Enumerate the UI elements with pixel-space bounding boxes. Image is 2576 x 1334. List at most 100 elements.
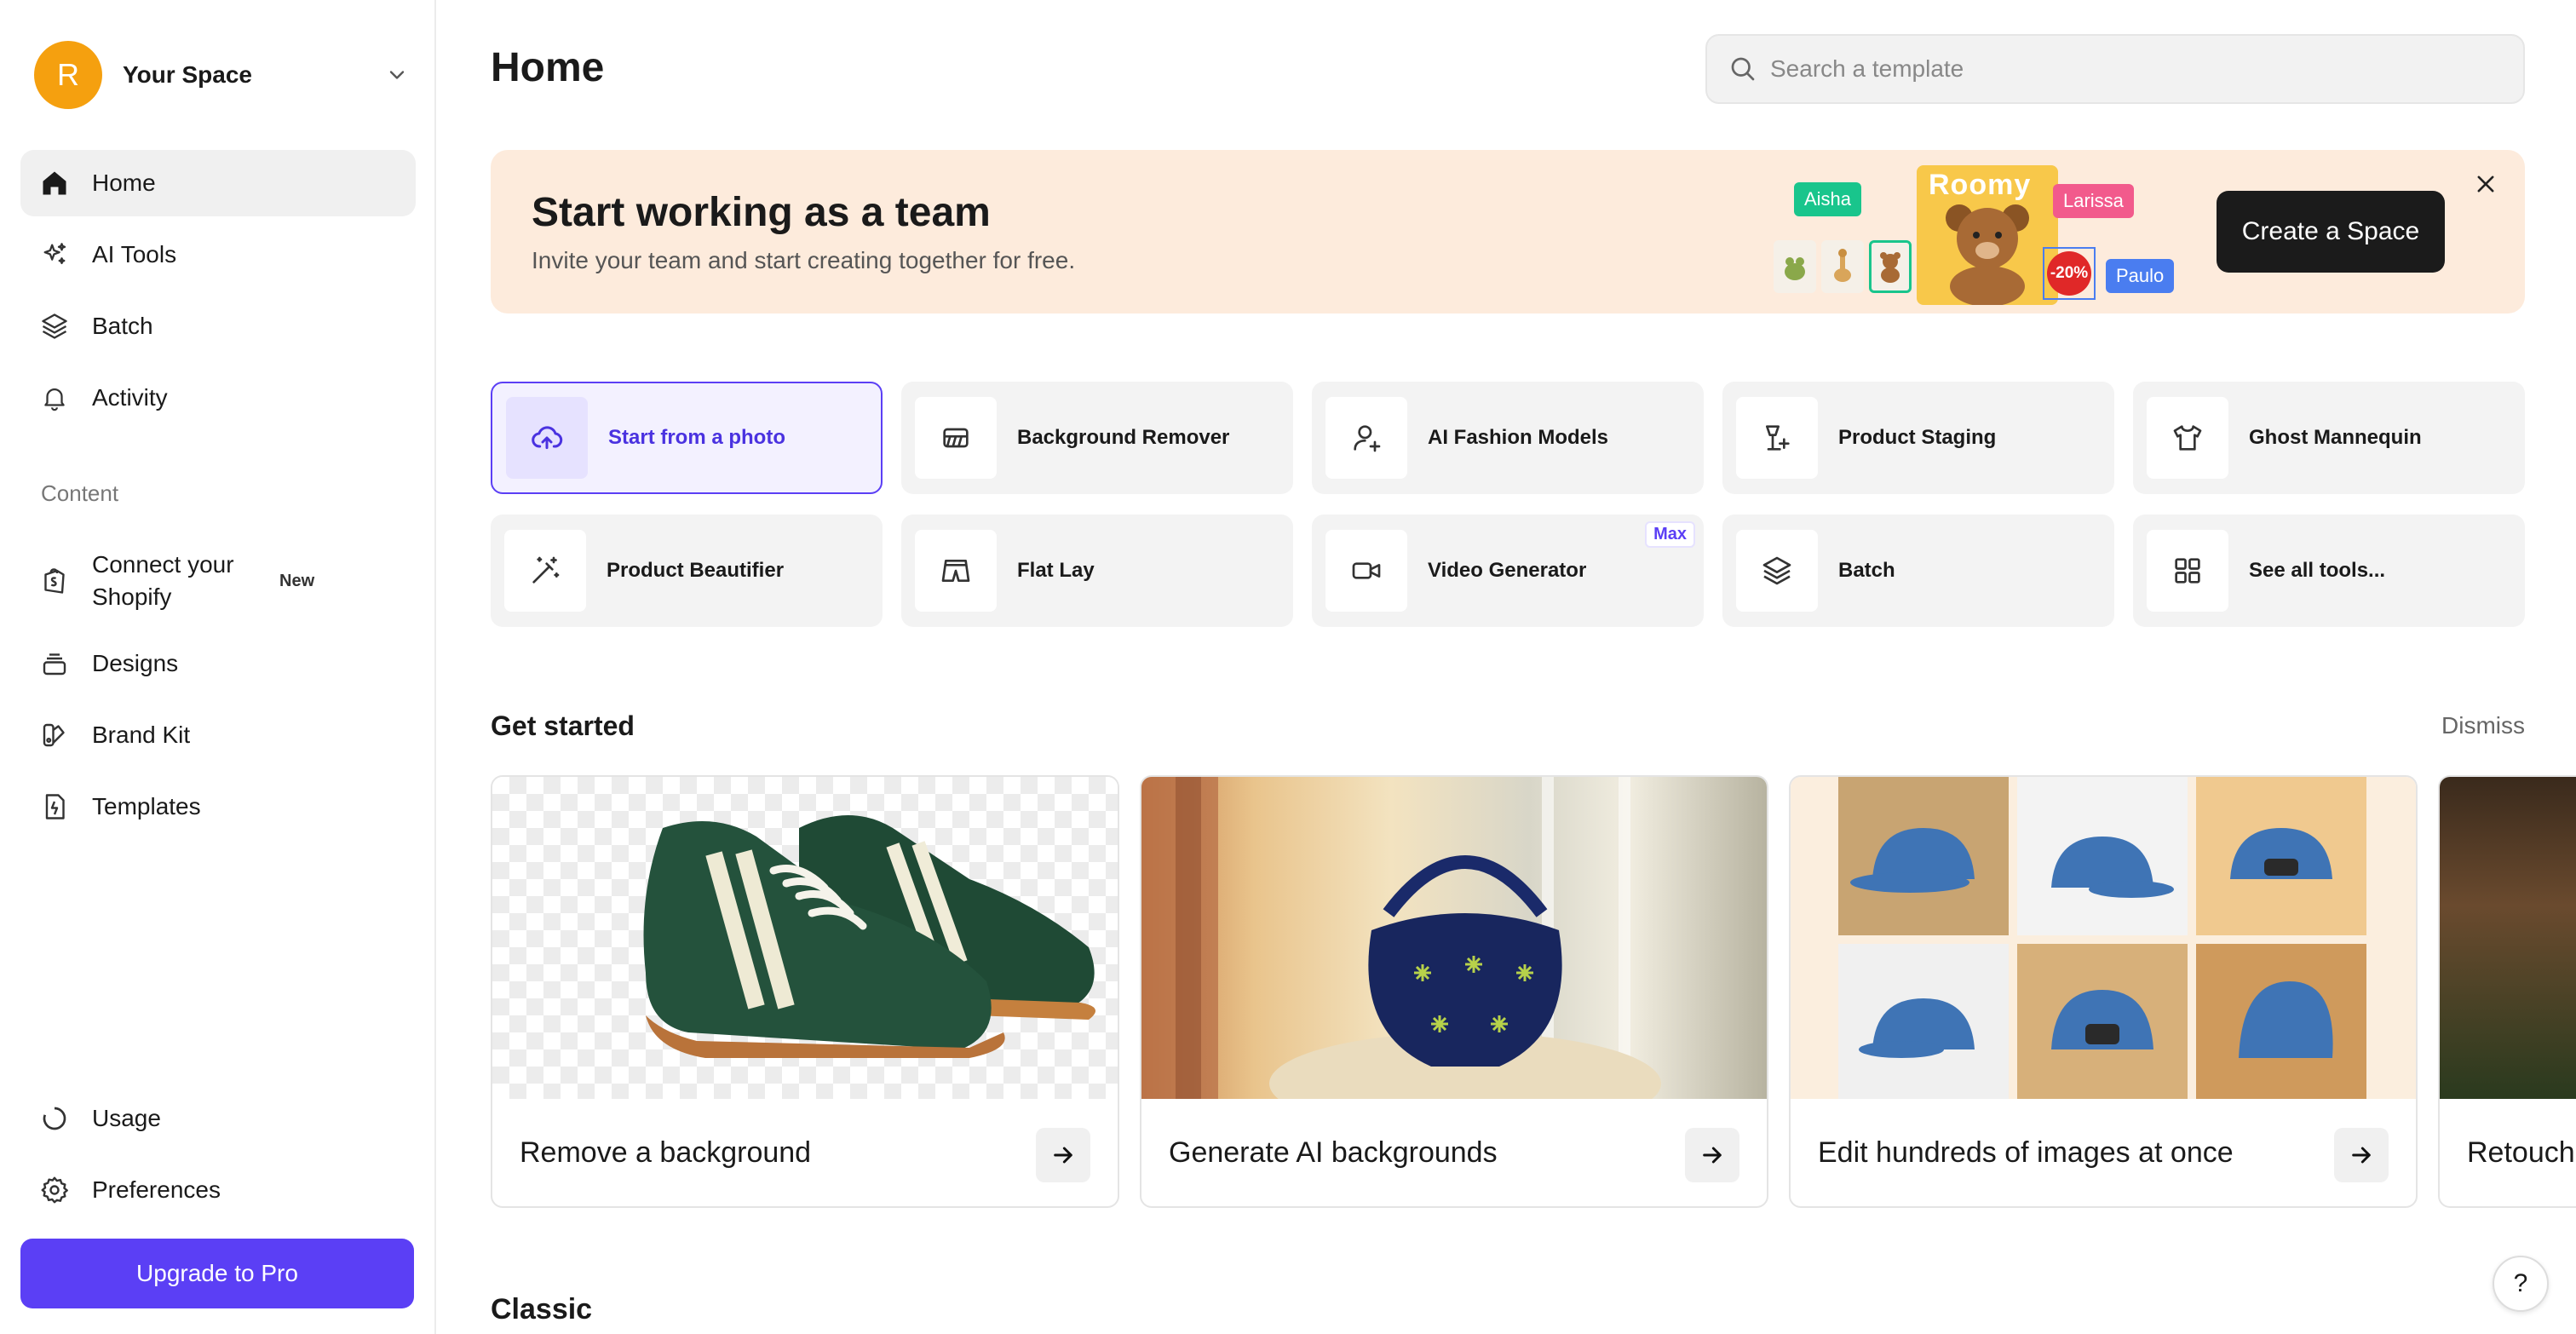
space-switcher[interactable]: R Your Space [34,39,409,111]
sidebar-item-label: Activity [92,384,168,411]
help-button[interactable]: ? [2493,1256,2549,1312]
card-arrow-button[interactable] [2334,1128,2389,1182]
product-card-bear: Roomy [1917,165,2058,305]
avatar: R [34,41,102,109]
card-arrow-button[interactable] [1036,1128,1090,1182]
layers-icon [37,309,72,343]
close-banner-button[interactable] [2467,165,2504,203]
get-started-heading: Get started [491,710,635,741]
collaborator-tag-paulo: Paulo [2106,259,2175,293]
tool-product-beautifier[interactable]: Product Beautifier [491,515,883,627]
search-bar[interactable] [1705,34,2525,104]
card-label: Retouch [2467,1136,2575,1169]
space-name: Your Space [123,61,252,88]
thumb-giraffe [1821,240,1864,293]
card-label: Generate AI backgrounds [1169,1136,1498,1169]
bell-icon [37,381,72,415]
banner-illustration: Aisha Roomy Larissa -20% Paulo [1772,158,2175,308]
sidebar: R Your Space Home AI Tools Batch Activit… [0,0,436,1334]
sidebar-item-preferences[interactable]: Preferences [20,1157,416,1223]
tool-label: Batch [1838,559,1895,582]
sneakers-illustration [643,815,1095,1058]
arrow-right-icon [2352,1147,2371,1164]
tool-product-staging[interactable]: Product Staging [1722,382,2114,494]
tool-ghost-mannequin[interactable]: Ghost Mannequin [2133,382,2525,494]
card-arrow-button[interactable] [1685,1128,1739,1182]
eraser-icon [915,397,997,479]
tool-label: Product Staging [1838,426,1997,449]
tool-label: See all tools... [2249,559,2386,582]
create-space-button[interactable]: Create a Space [2217,191,2445,273]
shorts-icon [915,530,997,612]
sidebar-item-label: Templates [92,793,201,819]
brand-kit-icon [37,718,72,752]
main-nav: Home AI Tools Batch Activity [20,150,416,436]
tool-video-generator[interactable]: Video Generator Max [1312,515,1704,627]
tool-see-all[interactable]: See all tools... [2133,515,2525,627]
sidebar-item-label: Preferences [92,1176,221,1203]
shopify-icon [37,564,72,598]
sidebar-item-ai-tools[interactable]: AI Tools [20,221,416,288]
page-title: Home [491,45,605,90]
question-mark-icon: ? [2513,1269,2528,1297]
gear-icon [37,1173,72,1207]
caps-grid-illustration [1838,777,2366,1099]
sidebar-item-home[interactable]: Home [20,150,416,216]
search-icon [1731,57,1755,81]
sidebar-item-label: Designs [92,650,179,676]
search-input[interactable] [1770,55,2452,83]
sidebar-item-usage[interactable]: Usage [20,1085,416,1152]
card-remove-background[interactable]: Remove a background [491,775,1119,1208]
sidebar-item-label: AI Tools [92,241,177,267]
home-icon [37,166,72,200]
collaborator-tag-aisha: Aisha [1794,182,1862,216]
content-nav: Connect your Shopify New Designs Brand K… [20,537,416,845]
new-badge: New [279,571,315,590]
max-badge: Max [1645,521,1695,548]
close-icon [2477,175,2494,193]
usage-ring-icon [37,1101,72,1136]
magic-wand-icon [504,530,586,612]
sidebar-item-brand-kit[interactable]: Brand Kit [20,702,416,768]
tool-flat-lay[interactable]: Flat Lay [901,515,1293,627]
card-image [1791,777,2416,1099]
sidebar-item-batch[interactable]: Batch [20,293,416,359]
tool-batch[interactable]: Batch [1722,515,2114,627]
upload-cloud-icon [506,397,588,479]
bottom-nav: Usage Preferences [20,1085,416,1228]
banner-subtitle: Invite your team and start creating toge… [532,247,1076,273]
card-image [2440,777,2576,1099]
card-generate-ai-backgrounds[interactable]: Generate AI backgrounds [1140,775,1768,1208]
discount-sticker: -20% [2043,247,2096,300]
sidebar-item-shopify[interactable]: Connect your Shopify New [20,537,416,625]
sidebar-item-templates[interactable]: Templates [20,773,416,840]
sidebar-item-designs[interactable]: Designs [20,630,416,697]
arrow-right-icon [1054,1147,1072,1164]
sparkles-icon [37,238,72,272]
video-camera-icon [1325,530,1407,612]
handbag-scene-illustration [1141,777,1661,1099]
tool-label: Flat Lay [1017,559,1095,582]
sidebar-item-label: Connect your Shopify [92,551,234,610]
tool-start-from-photo[interactable]: Start from a photo [491,382,883,494]
grid-icon [2147,530,2228,612]
person-add-icon [1325,397,1407,479]
tool-label: Ghost Mannequin [2249,426,2422,449]
tool-ai-fashion-models[interactable]: AI Fashion Models [1312,382,1704,494]
card-image [492,777,1118,1099]
tool-label: Background Remover [1017,426,1230,449]
tool-background-remover[interactable]: Background Remover [901,382,1293,494]
banner-title: Start working as a team [532,190,991,235]
card-retouch[interactable]: Retouch [2438,775,2576,1208]
teddy-bear-illustration [1946,204,2029,305]
content-heading: Content [41,480,119,506]
discount-label: -20% [2047,251,2091,296]
sidebar-item-activity[interactable]: Activity [20,365,416,431]
thumb-bear-selected [1869,240,1912,293]
template-icon [37,790,72,824]
tool-label: Video Generator [1428,559,1587,582]
stack-icon [37,647,72,681]
upgrade-button[interactable]: Upgrade to Pro [20,1239,414,1308]
card-edit-hundreds[interactable]: Edit hundreds of images at once [1789,775,2418,1208]
dismiss-link[interactable]: Dismiss [2441,712,2525,739]
